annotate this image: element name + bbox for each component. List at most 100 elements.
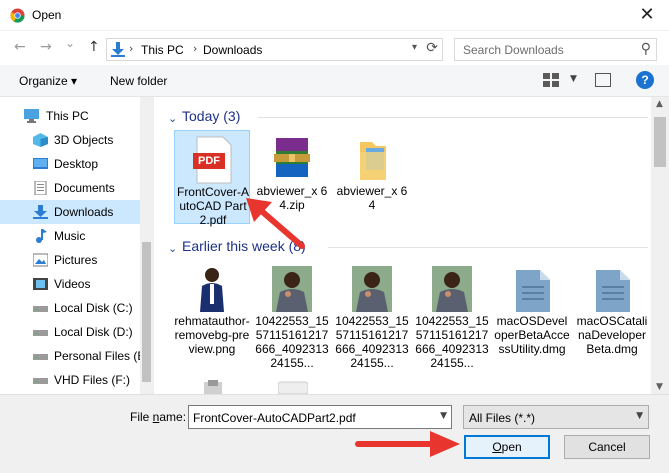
sidebar-item-label: Desktop: [54, 157, 99, 171]
pictures-icon: [33, 253, 48, 267]
file-tile-photo[interactable]: 10422553_1557115161217666_409231324155..…: [254, 260, 330, 370]
file-tile-pdf[interactable]: PDF FrontCover-AutoCAD Part2.pdf: [174, 130, 250, 227]
drive-icon: [33, 354, 48, 360]
breadcrumb-this-pc[interactable]: This PC: [141, 43, 184, 57]
dialog-footer: File name: FrontCover-AutoCADPart2.pdf ▼…: [0, 394, 669, 473]
file-name-field[interactable]: FrontCover-AutoCADPart2.pdf ▼: [188, 405, 452, 429]
cube-icon: [33, 133, 48, 147]
winrar-archive-icon: [274, 138, 310, 177]
file-name: abviewer_x 64.zip: [256, 184, 328, 212]
open-access-key: O: [492, 440, 502, 454]
sidebar-item-local-disk-d[interactable]: Local Disk (D:): [0, 320, 140, 344]
organize-button[interactable]: Organize ▾: [19, 74, 77, 88]
sidebar-item-documents[interactable]: Documents: [0, 176, 140, 200]
new-folder-button[interactable]: New folder: [110, 74, 167, 88]
open-button[interactable]: Open: [464, 435, 550, 459]
close-icon[interactable]: ✕: [633, 2, 661, 28]
view-options-dropdown-icon[interactable]: ▼: [570, 74, 577, 84]
help-icon[interactable]: ?: [636, 71, 654, 89]
forward-arrow-icon[interactable]: →: [40, 39, 52, 55]
chevron-down-icon[interactable]: ▼: [636, 411, 643, 421]
file-tile-folder[interactable]: abviewer_x 64: [334, 130, 410, 224]
label-part: ame:: [159, 410, 187, 424]
chevron-down-icon[interactable]: ▼: [440, 411, 447, 421]
computer-icon: [24, 109, 39, 123]
sidebar-item-label: Local Disk (D:): [54, 325, 133, 339]
file-tile-dmg[interactable]: macOSDeveloperBetaAccessUtility.dmg: [494, 260, 570, 356]
scrollbar-thumb[interactable]: [654, 117, 666, 167]
sidebar-scrollbar-thumb[interactable]: [142, 242, 151, 382]
recent-locations-chevron-icon[interactable]: ⌄: [65, 36, 75, 50]
sidebar-item-3d-objects[interactable]: 3D Objects: [0, 128, 140, 152]
drive-icon: [33, 378, 48, 384]
dmg-file-icon: [596, 270, 630, 312]
file-name: macOSCatalinaDeveloperBeta.dmg: [576, 314, 648, 356]
collapse-chevron-icon[interactable]: ⌄: [168, 112, 177, 125]
sidebar-item-vhd-files-f[interactable]: VHD Files (F:): [0, 368, 140, 392]
group-title[interactable]: Today (3): [182, 108, 240, 124]
sidebar-item-personal-files-e[interactable]: Personal Files (E:: [0, 344, 149, 368]
file-name-label: File name:: [130, 410, 186, 424]
file-tile-dmg[interactable]: macOSCatalinaDeveloperBeta.dmg: [574, 260, 650, 356]
back-arrow-icon[interactable]: ←: [14, 39, 26, 55]
collapse-chevron-icon[interactable]: ⌄: [168, 242, 177, 255]
up-arrow-icon[interactable]: ↑: [88, 39, 100, 55]
cancel-button[interactable]: Cancel: [564, 435, 650, 459]
search-placeholder: Search Downloads: [463, 43, 564, 57]
preview-pane-icon[interactable]: [595, 73, 611, 87]
scroll-down-icon[interactable]: ▼: [656, 382, 663, 392]
file-tile-photo[interactable]: 10422553_1557115161217666_409231324155..…: [414, 260, 490, 370]
pane-divider[interactable]: [153, 97, 160, 394]
sidebar-item-label: Pictures: [54, 253, 98, 267]
file-tile-png[interactable]: rehmatauthor-removebg-preview.png: [174, 260, 250, 356]
download-folder-icon: [111, 42, 125, 57]
file-type-value: All Files (*.*): [469, 411, 536, 425]
sidebar-item-downloads[interactable]: Downloads: [0, 200, 140, 224]
label-part: File: [130, 410, 153, 424]
open-label: pen: [501, 440, 522, 454]
photo-thumbnail: [352, 266, 392, 312]
sidebar-item-label: 3D Objects: [54, 133, 114, 147]
music-icon: [36, 229, 47, 243]
file-type-select[interactable]: All Files (*.*) ▼: [463, 405, 649, 429]
sidebar-item-label: Downloads: [54, 205, 114, 219]
partial-file-icon: [278, 381, 308, 394]
address-dropdown-icon[interactable]: ▾: [412, 42, 417, 53]
scroll-up-icon[interactable]: ▲: [656, 99, 663, 109]
file-list-scrollbar[interactable]: ▲ ▼: [651, 97, 669, 394]
download-icon: [33, 205, 48, 219]
sidebar-item-videos[interactable]: Videos: [0, 272, 140, 296]
drive-icon: [33, 330, 48, 336]
folder-icon: [360, 142, 386, 180]
pdf-badge: PDF: [198, 155, 220, 167]
file-tile-zip[interactable]: abviewer_x 64.zip: [254, 130, 330, 224]
sidebar-item-local-disk-c[interactable]: Local Disk (C:): [0, 296, 140, 320]
file-tile-photo[interactable]: 10422553_1557115161217666_409231324155..…: [334, 260, 410, 370]
change-view-icon[interactable]: [543, 73, 559, 87]
group-divider: [328, 247, 648, 248]
sidebar-item-label: Personal Files (E:: [54, 349, 149, 363]
group-title[interactable]: Earlier this week (8): [182, 238, 306, 254]
sidebar-item-label: VHD Files (F:): [54, 373, 130, 387]
command-bar: Organize ▾ New folder ▼ ?: [0, 65, 669, 97]
window-title: Open: [32, 8, 62, 22]
title-bar: Open ✕: [0, 0, 669, 31]
sidebar-item-desktop[interactable]: Desktop: [0, 152, 140, 176]
search-icon[interactable]: ⚲: [641, 41, 651, 57]
sidebar-item-pictures[interactable]: Pictures: [0, 248, 140, 272]
photo-thumbnail: [272, 266, 312, 312]
search-input[interactable]: Search Downloads ⚲: [454, 38, 657, 61]
refresh-icon[interactable]: ⟳: [426, 40, 438, 56]
file-list: ⌄ Today (3) PDF FrontCover-AutoCAD Part2…: [160, 97, 651, 394]
address-bar[interactable]: › This PC › Downloads ▾ ⟳: [106, 38, 443, 61]
sidebar-scrollbar[interactable]: [140, 97, 153, 394]
breadcrumb-chevron-icon: ›: [129, 42, 134, 55]
file-name: rehmatauthor-removebg-preview.png: [174, 314, 250, 356]
sidebar-item-this-pc[interactable]: This PC: [0, 104, 140, 128]
chrome-icon: [10, 8, 25, 23]
breadcrumb-downloads[interactable]: Downloads: [203, 43, 262, 57]
sidebar-item-music[interactable]: Music: [0, 224, 140, 248]
file-name: FrontCover-AutoCAD Part2.pdf: [176, 185, 250, 227]
desktop-icon: [33, 158, 48, 169]
sidebar-item-label: Local Disk (C:): [54, 301, 133, 315]
